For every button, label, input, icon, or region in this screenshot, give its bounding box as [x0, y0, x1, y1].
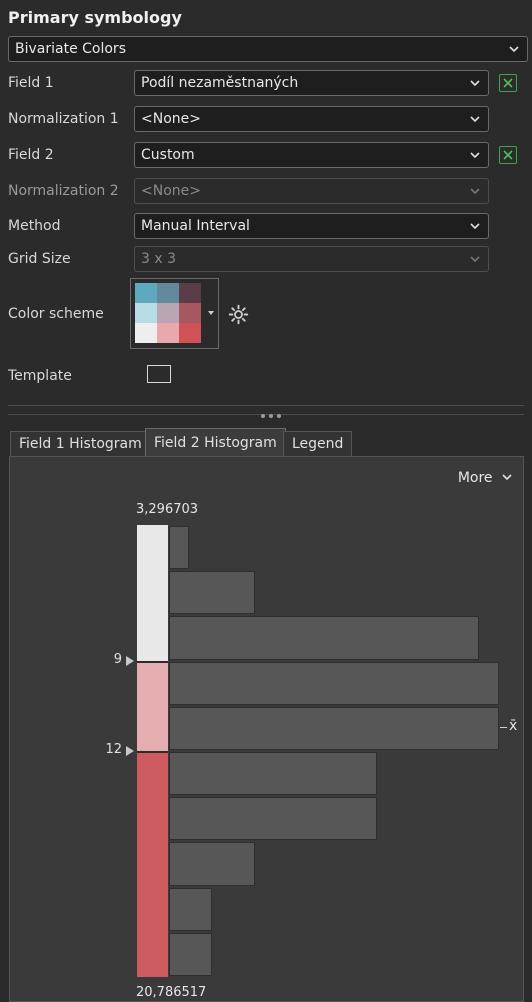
histogram-bar: [169, 706, 499, 750]
class-break-handle[interactable]: [126, 655, 134, 666]
chevron-down-icon: [470, 223, 480, 230]
scheme-cell: [135, 323, 157, 343]
class-color-segment: [137, 660, 168, 751]
norm2-dropdown: <None>: [134, 178, 489, 204]
class-break-label: 12: [105, 742, 122, 757]
scheme-cell: [179, 323, 201, 343]
template-swatch[interactable]: [147, 365, 171, 383]
class-color-segment: [137, 525, 168, 661]
norm1-dropdown[interactable]: <None>: [134, 106, 489, 132]
field2-label: Field 2: [8, 147, 54, 163]
histogram-chart: 9 12 x̄: [10, 457, 523, 1001]
expression-icon[interactable]: [499, 146, 517, 164]
histogram-bar: [169, 526, 189, 570]
field1-dropdown[interactable]: Podíl nezaměstnaných: [134, 70, 489, 96]
norm1-value: <None>: [141, 111, 201, 127]
field1-value: Podíl nezaměstnaných: [141, 75, 299, 91]
template-label: Template: [8, 368, 72, 384]
chevron-down-icon: [470, 188, 480, 195]
grid-size-dropdown: 3 x 3: [134, 246, 489, 272]
mean-marker: [500, 727, 507, 729]
class-color-segment: [137, 751, 168, 977]
scheme-cell: [135, 303, 157, 323]
tab-field2-histogram[interactable]: Field 2 Histogram: [145, 428, 286, 457]
field2-value: Custom: [141, 147, 195, 163]
scheme-cell: [157, 323, 179, 343]
scheme-cell: [135, 283, 157, 303]
histogram-bar: [169, 797, 377, 841]
method-dropdown[interactable]: Manual Interval: [134, 213, 489, 239]
grid-size-value: 3 x 3: [141, 251, 176, 267]
tab-legend[interactable]: Legend: [283, 431, 353, 456]
dropdown-arrow-icon: [208, 311, 214, 315]
method-label: Method: [8, 218, 61, 234]
class-break-handle[interactable]: [126, 746, 134, 756]
histogram-bar: [169, 616, 480, 660]
histogram-bar: [169, 887, 212, 931]
expression-icon[interactable]: [499, 74, 517, 92]
splitter-grip[interactable]: [260, 407, 282, 418]
chevron-down-icon: [470, 256, 480, 263]
chevron-down-icon: [470, 152, 480, 159]
norm2-value: <None>: [141, 183, 201, 199]
color-scheme-swatch: [135, 283, 201, 344]
method-value: Manual Interval: [141, 218, 250, 234]
histogram-bar: [169, 661, 499, 705]
gear-icon[interactable]: [228, 304, 249, 325]
histogram-panel: More 3,296703 20,786517 9 12 x̄: [9, 456, 524, 1002]
splitter-line: [8, 405, 524, 406]
scheme-cell: [179, 283, 201, 303]
chevron-down-icon: [470, 116, 480, 123]
tab-field1-histogram[interactable]: Field 1 Histogram: [10, 431, 151, 456]
norm1-label: Normalization 1: [8, 111, 119, 127]
norm2-label: Normalization 2: [8, 183, 119, 199]
renderer-dropdown[interactable]: Bivariate Colors: [8, 36, 528, 62]
grid-size-label: Grid Size: [8, 251, 71, 267]
histogram-bar: [169, 932, 212, 976]
renderer-value: Bivariate Colors: [15, 41, 126, 57]
chevron-down-icon: [509, 46, 519, 53]
panel-title: Primary symbology: [8, 8, 182, 27]
scheme-cell: [157, 283, 179, 303]
mean-label: x̄: [509, 718, 518, 735]
color-scheme-picker[interactable]: [130, 278, 219, 349]
chevron-down-icon: [470, 80, 480, 87]
scheme-cell: [179, 303, 201, 323]
field2-dropdown[interactable]: Custom: [134, 142, 489, 168]
histogram-bar: [169, 571, 255, 615]
scheme-cell: [157, 303, 179, 323]
class-break-label: 9: [113, 651, 122, 667]
color-scheme-label: Color scheme: [8, 306, 104, 322]
field1-label: Field 1: [8, 75, 54, 91]
histogram-bar: [169, 842, 255, 886]
histogram-bar: [169, 752, 377, 796]
